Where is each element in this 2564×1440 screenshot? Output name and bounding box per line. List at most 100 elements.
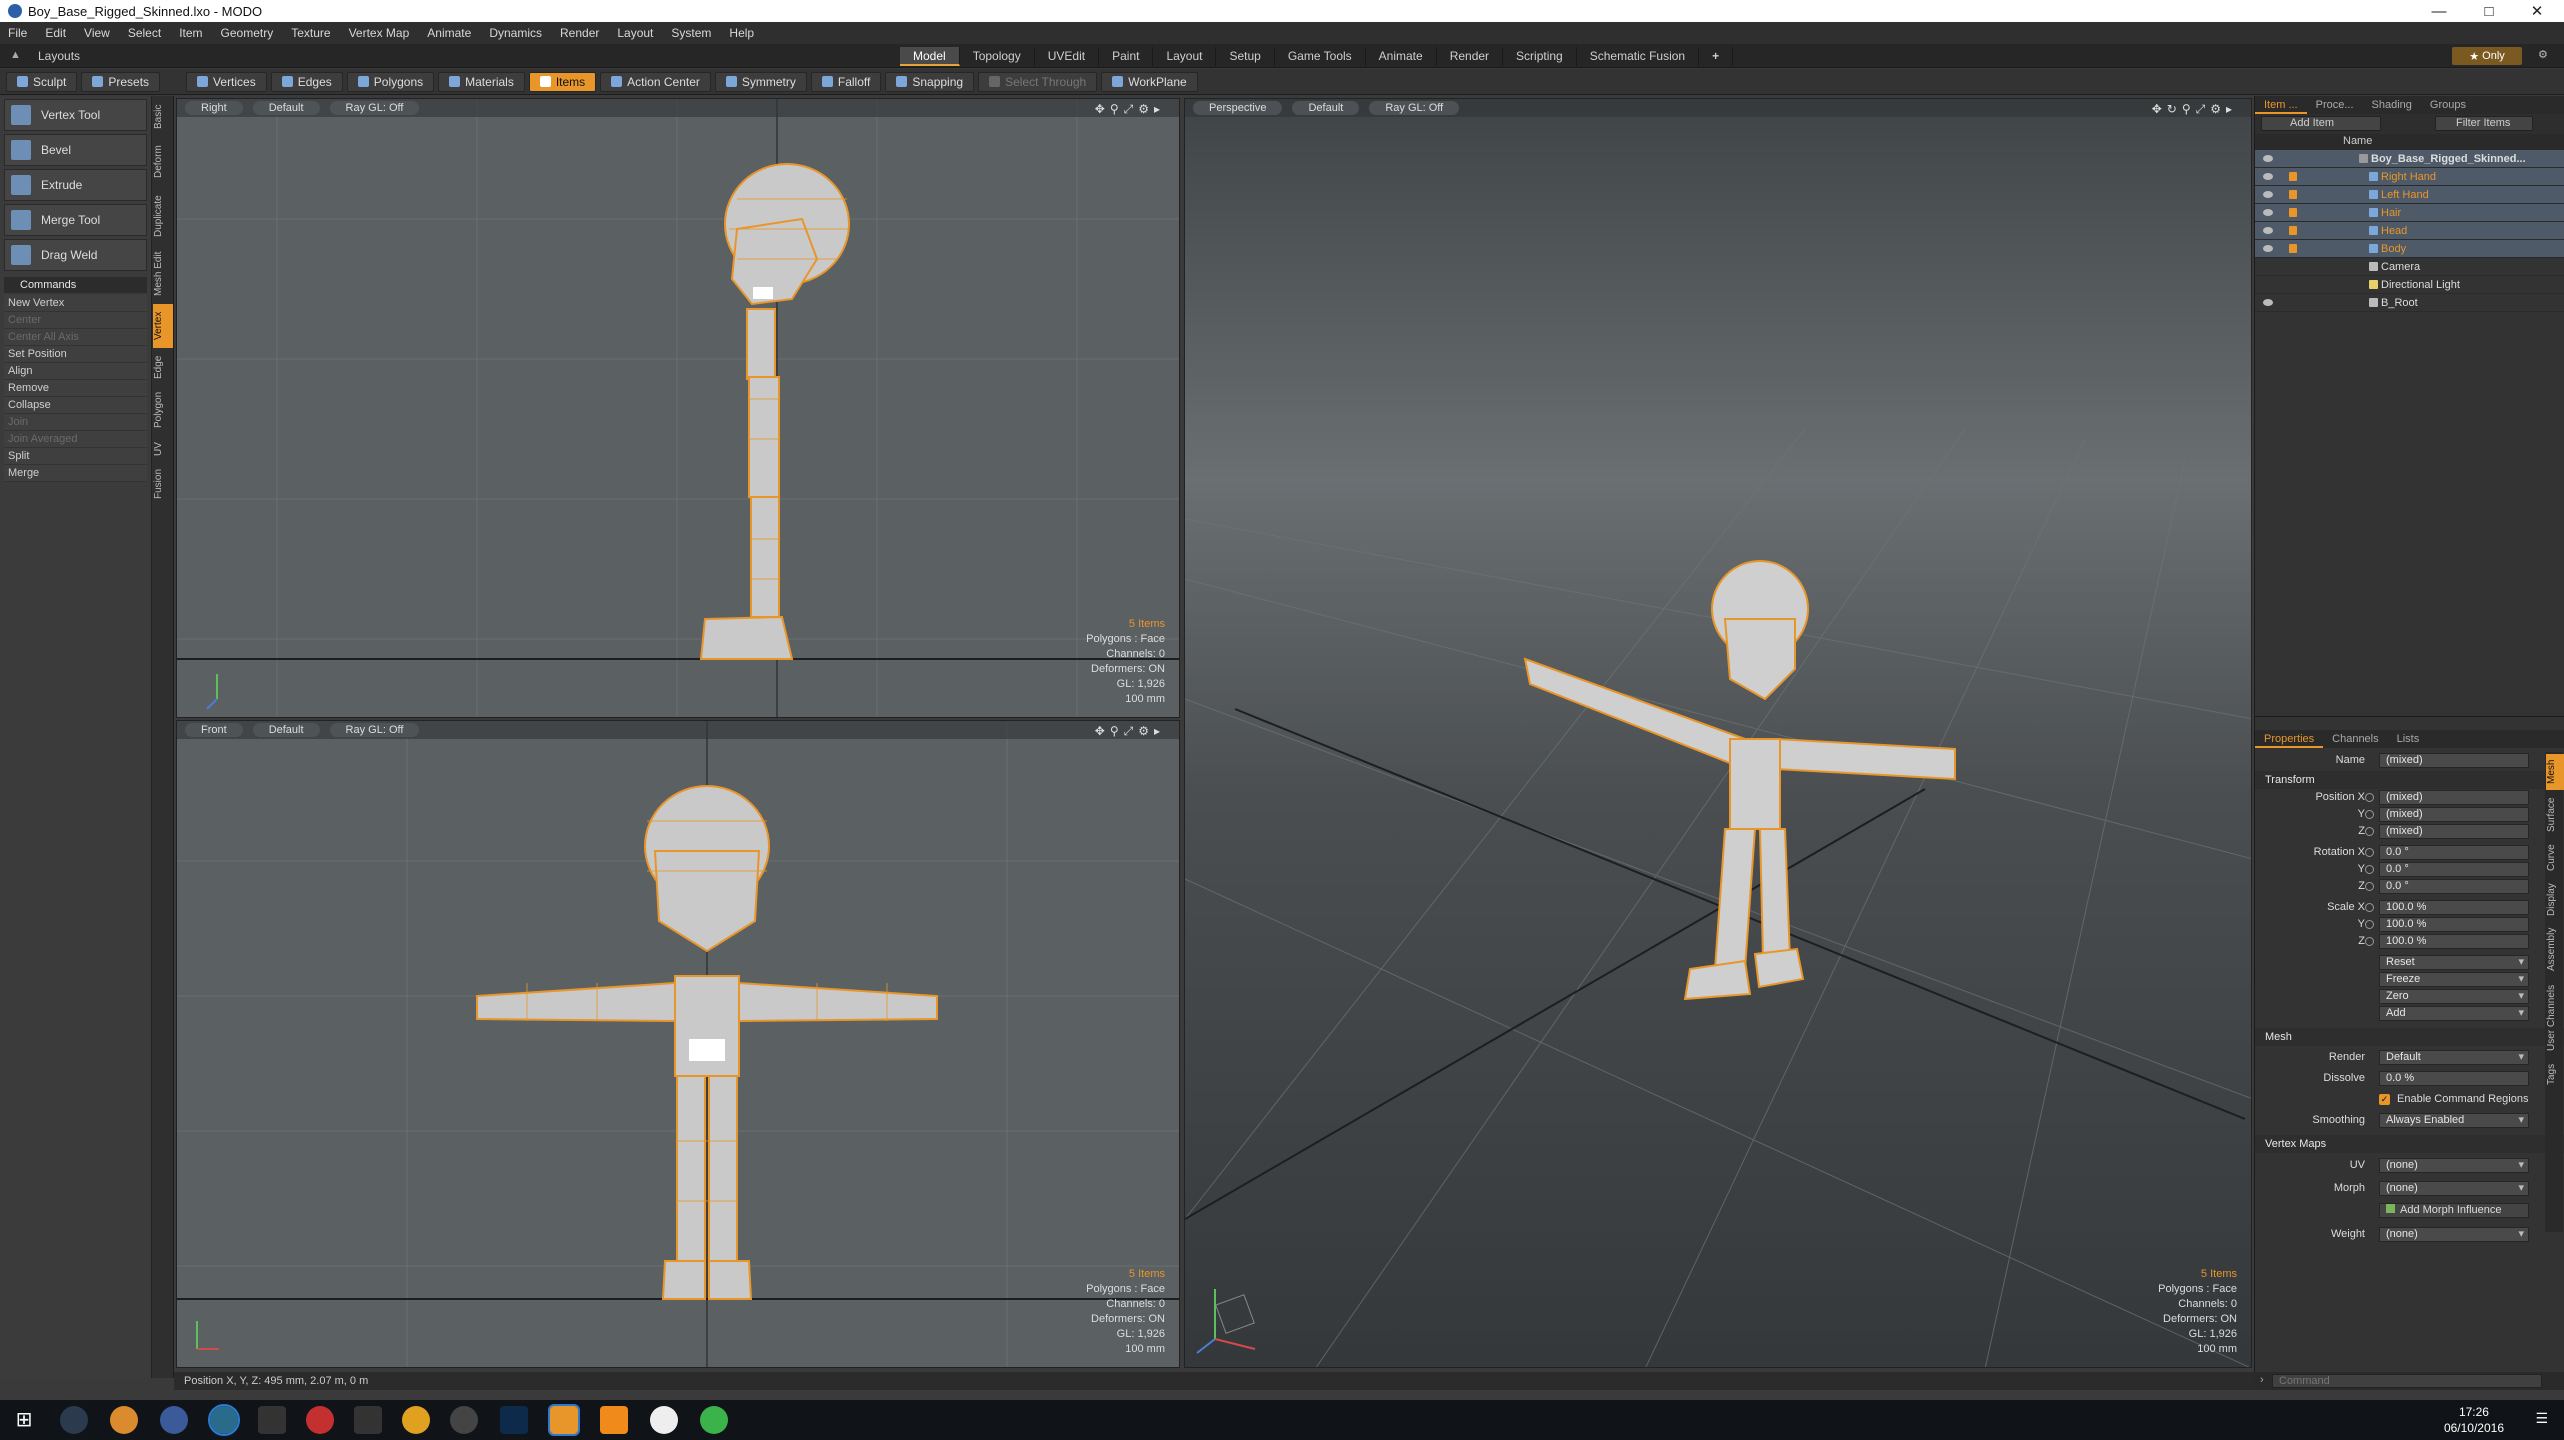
- name-column-header[interactable]: Name: [2343, 135, 2372, 147]
- tab-setup[interactable]: Setup: [1216, 47, 1275, 66]
- visibility-icon[interactable]: [2263, 227, 2273, 234]
- notifications-icon[interactable]: ☰: [2535, 1410, 2548, 1427]
- zero-dropdown[interactable]: Zero: [2379, 989, 2529, 1004]
- reset-dropdown[interactable]: Reset: [2379, 955, 2529, 970]
- lock-icon[interactable]: [2289, 244, 2297, 253]
- visibility-icon[interactable]: [2263, 191, 2273, 198]
- lock-icon[interactable]: [2289, 208, 2297, 217]
- menu-vertex-map[interactable]: Vertex Map: [349, 26, 410, 40]
- vlc-icon[interactable]: [600, 1406, 628, 1434]
- edges-mode-button[interactable]: Edges: [270, 71, 343, 92]
- cmd-align[interactable]: Align: [4, 363, 147, 380]
- raygl-toggle[interactable]: Ray GL: Off: [329, 101, 420, 115]
- app-icon[interactable]: [306, 1406, 334, 1434]
- keyframe-icon[interactable]: [2365, 793, 2374, 802]
- vtab-duplicate[interactable]: Duplicate: [153, 188, 173, 244]
- keyframe-icon[interactable]: [2365, 937, 2374, 946]
- vtab-edge[interactable]: Edge: [153, 350, 173, 384]
- position-z-field[interactable]: (mixed): [2379, 824, 2529, 839]
- view-selector[interactable]: Front: [185, 723, 243, 737]
- item-row-root[interactable]: Boy_Base_Rigged_Skinned...: [2255, 150, 2564, 168]
- checkbox-checked-icon[interactable]: ✓: [2379, 1094, 2390, 1105]
- position-x-field[interactable]: (mixed): [2379, 790, 2529, 805]
- photoshop-icon[interactable]: [500, 1406, 528, 1434]
- keyframe-icon[interactable]: [2365, 882, 2374, 891]
- app-icon[interactable]: [354, 1406, 382, 1434]
- viewport-nav-icons[interactable]: ✥↻⚲⤢⚙▸: [2152, 102, 2237, 117]
- vtab-deform[interactable]: Deform: [153, 138, 173, 186]
- maximize-button[interactable]: □: [2466, 0, 2512, 22]
- tab-shading[interactable]: Shading: [2363, 96, 2421, 114]
- viewport-nav-icons[interactable]: ✥⚲⤢⚙▸: [1095, 102, 1165, 117]
- vtab-fusion[interactable]: Fusion: [153, 464, 173, 504]
- scale-x-field[interactable]: 100.0 %: [2379, 900, 2529, 915]
- polygons-mode-button[interactable]: Polygons: [346, 71, 435, 92]
- vtab-polygon[interactable]: Polygon: [153, 386, 173, 434]
- menu-help[interactable]: Help: [729, 26, 754, 40]
- app-icon[interactable]: [110, 1406, 138, 1434]
- filter-items-button[interactable]: Filter Items: [2435, 116, 2533, 131]
- scale-y-field[interactable]: 100.0 %: [2379, 917, 2529, 932]
- whatsapp-icon[interactable]: [700, 1406, 728, 1434]
- menu-texture[interactable]: Texture: [291, 26, 330, 40]
- rotation-x-field[interactable]: 0.0 °: [2379, 845, 2529, 860]
- sidetab-curve[interactable]: Curve: [2546, 840, 2564, 876]
- presets-button[interactable]: Presets: [81, 71, 161, 92]
- menu-render[interactable]: Render: [560, 26, 599, 40]
- tab-uvedit[interactable]: UVEdit: [1035, 47, 1100, 66]
- cmd-remove[interactable]: Remove: [4, 380, 147, 397]
- vertex-tool-button[interactable]: Vertex Tool: [4, 99, 147, 131]
- viewport-right[interactable]: Right Default Ray GL: Off ✥⚲⤢⚙▸ 5 Items …: [176, 98, 1180, 718]
- view-selector[interactable]: Perspective: [1193, 101, 1283, 115]
- vertex-maps-section[interactable]: Vertex Maps: [2255, 1135, 2564, 1153]
- uv-dropdown[interactable]: (none): [2379, 1158, 2529, 1173]
- keyframe-icon[interactable]: [2365, 920, 2374, 929]
- weight-dropdown[interactable]: (none): [2379, 1227, 2529, 1242]
- keyframe-icon[interactable]: [2365, 827, 2374, 836]
- tab-procedural[interactable]: Proce...: [2307, 96, 2363, 114]
- add-morph-influence-button[interactable]: Add Morph Influence: [2379, 1203, 2529, 1218]
- transform-section[interactable]: Transform: [2255, 771, 2564, 789]
- vtab-basic[interactable]: Basic: [153, 98, 173, 136]
- morph-dropdown[interactable]: (none): [2379, 1181, 2529, 1196]
- extrude-button[interactable]: Extrude: [4, 169, 147, 201]
- app-icon[interactable]: [160, 1406, 188, 1434]
- command-input[interactable]: [2272, 1374, 2542, 1388]
- menu-view[interactable]: View: [84, 26, 110, 40]
- sidetab-mesh[interactable]: Mesh: [2546, 754, 2564, 790]
- modo-taskbar-icon[interactable]: [548, 1404, 580, 1436]
- shading-selector[interactable]: Default: [1292, 101, 1360, 115]
- rotation-z-field[interactable]: 0.0 °: [2379, 879, 2529, 894]
- tab-layout[interactable]: Layout: [1153, 47, 1217, 66]
- item-row-left-hand[interactable]: Left Hand: [2255, 186, 2564, 204]
- app-icon[interactable]: [650, 1406, 678, 1434]
- item-row-directional-light[interactable]: Directional Light: [2255, 276, 2564, 294]
- lock-icon[interactable]: [2289, 226, 2297, 235]
- sidetab-user-channels[interactable]: User Channels: [2546, 978, 2564, 1058]
- item-row-camera[interactable]: Camera: [2255, 258, 2564, 276]
- vtab-uv[interactable]: UV: [153, 436, 173, 462]
- cmd-join[interactable]: Join: [4, 414, 147, 431]
- item-row-body[interactable]: Body: [2255, 240, 2564, 258]
- menu-file[interactable]: File: [8, 26, 27, 40]
- materials-mode-button[interactable]: Materials: [438, 71, 525, 92]
- sculpt-button[interactable]: Sculpt: [6, 71, 78, 92]
- action-center-button[interactable]: Action Center: [600, 71, 711, 92]
- cmd-collapse[interactable]: Collapse: [4, 397, 147, 414]
- cmd-split[interactable]: Split: [4, 448, 147, 465]
- render-dropdown[interactable]: Default: [2379, 1050, 2529, 1065]
- add-tab-icon[interactable]: +: [1699, 47, 1734, 66]
- falloff-button[interactable]: Falloff: [810, 71, 882, 92]
- bevel-button[interactable]: Bevel: [4, 134, 147, 166]
- rotation-y-field[interactable]: 0.0 °: [2379, 862, 2529, 877]
- keyframe-icon[interactable]: [2365, 848, 2374, 857]
- tab-lists[interactable]: Lists: [2388, 730, 2429, 748]
- vertices-mode-button[interactable]: Vertices: [186, 71, 267, 92]
- commands-header[interactable]: Commands: [4, 277, 147, 293]
- dissolve-field[interactable]: 0.0 %: [2379, 1071, 2529, 1086]
- cmd-join-averaged[interactable]: Join Averaged: [4, 431, 147, 448]
- merge-tool-button[interactable]: Merge Tool: [4, 204, 147, 236]
- view-selector[interactable]: Right: [185, 101, 243, 115]
- keyframe-icon[interactable]: [2365, 903, 2374, 912]
- drag-weld-button[interactable]: Drag Weld: [4, 239, 147, 271]
